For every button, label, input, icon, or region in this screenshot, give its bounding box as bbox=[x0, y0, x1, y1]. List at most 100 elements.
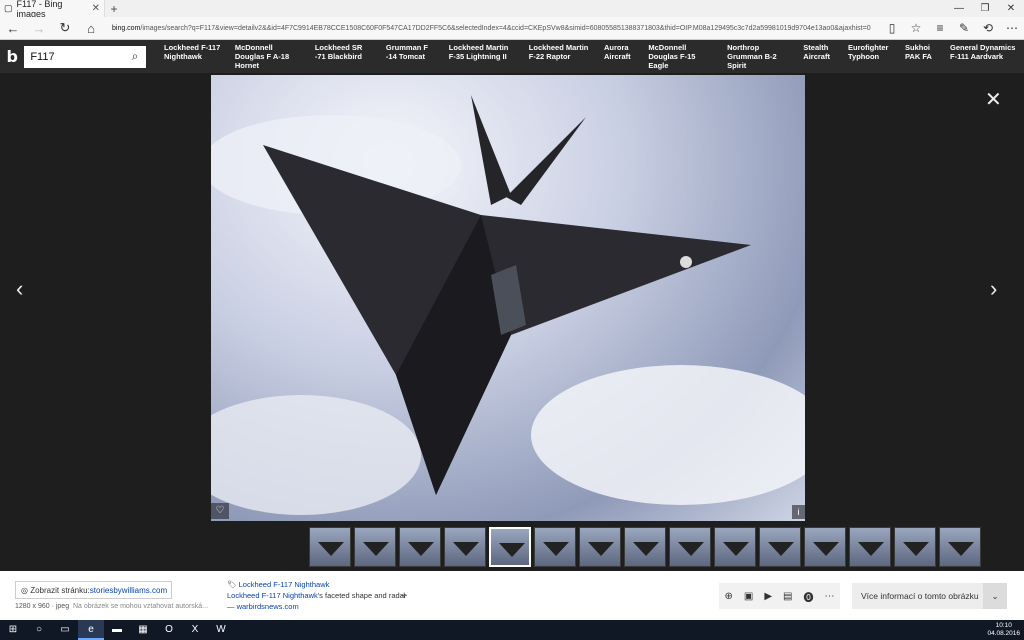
thumbnail[interactable] bbox=[849, 527, 891, 567]
globe-icon[interactable]: ⊕ bbox=[725, 591, 733, 602]
back-button[interactable]: ← bbox=[0, 21, 26, 36]
browser-toolbar: ▯ ☆ ≡ ✎ ⟲ ⋯ bbox=[880, 21, 1024, 35]
edge-icon[interactable]: e bbox=[78, 620, 104, 640]
clock-time: 10:10 bbox=[995, 622, 1012, 629]
related-item[interactable]: General Dynamics F-111 Aardvark bbox=[944, 43, 1024, 70]
search-input[interactable]: F117 bbox=[24, 51, 124, 63]
tab-title: F117 - Bing images bbox=[16, 0, 63, 19]
related-item[interactable]: Lockheed F-117 Nighthawk bbox=[158, 43, 229, 70]
clock[interactable]: 10:10 04.08.2016 bbox=[987, 622, 1024, 638]
thumbnail[interactable] bbox=[354, 527, 396, 567]
stealth-aircraft-illustration bbox=[211, 95, 805, 515]
store-icon[interactable]: ▦ bbox=[130, 620, 156, 640]
thumbnail[interactable] bbox=[399, 527, 441, 567]
image-meta: 1280 x 960 · jpeg Na obrázek se mohou vz… bbox=[15, 603, 208, 610]
caption-title-link[interactable]: Lockheed F-117 Nighthawk bbox=[227, 591, 318, 600]
thumbnail[interactable] bbox=[579, 527, 621, 567]
image-tag-link[interactable]: Lockheed F-117 Nighthawk bbox=[239, 580, 330, 589]
image-size: 1280 x 960 · jpeg bbox=[15, 603, 70, 610]
source-link[interactable]: — warbirdsnews.com bbox=[227, 601, 406, 612]
thumbnail[interactable] bbox=[939, 527, 981, 567]
taskbar: ⊞ ○ ▭ e ▬ ▦ O X W 10:10 04.08.2016 bbox=[0, 620, 1024, 640]
home-button[interactable]: ⌂ bbox=[78, 21, 104, 36]
visit-site-link[interactable]: storiesbywilliams.com bbox=[90, 586, 167, 595]
bing-logo[interactable]: b bbox=[0, 47, 24, 66]
url-path: /images/search?q=F117&view=detailv2&&id=… bbox=[140, 24, 871, 32]
file-explorer-icon[interactable]: ▬ bbox=[104, 620, 130, 640]
word-icon[interactable]: W bbox=[208, 620, 234, 640]
refresh-button[interactable]: ↻ bbox=[52, 20, 78, 36]
more-info-label: Více informací o tomto obrázku bbox=[861, 591, 979, 601]
tab-close-icon[interactable]: ✕ bbox=[92, 3, 100, 14]
related-item[interactable]: Aurora Aircraft bbox=[598, 43, 642, 70]
related-item[interactable]: Stealth Aircraft bbox=[797, 43, 842, 70]
more-info-button[interactable]: Více informací o tomto obrázku ⌄ bbox=[852, 583, 1007, 609]
chevron-down-icon[interactable]: ⌄ bbox=[983, 583, 1007, 609]
browser-tab[interactable]: ▢ F117 - Bing images ✕ bbox=[0, 0, 105, 19]
related-item[interactable]: Grumman F -14 Tomcat bbox=[380, 43, 443, 70]
close-icon[interactable]: ✕ bbox=[985, 87, 1002, 112]
thumbnail[interactable] bbox=[714, 527, 756, 567]
visit-page-button[interactable]: ◎ Zobrazit stránku: storiesbywilliams.co… bbox=[15, 581, 172, 599]
tag-icon: 🏷 bbox=[227, 580, 239, 589]
close-window-button[interactable]: ✕ bbox=[998, 3, 1024, 14]
action-buttons: ⊕ ▣ ▶ ▤ ⓿ ⋯ bbox=[719, 583, 840, 609]
search-box[interactable]: F117 ⌕ bbox=[24, 45, 146, 68]
related-item[interactable]: Lockheed SR -71 Blackbird bbox=[309, 43, 380, 70]
maximize-button[interactable]: ❐ bbox=[972, 3, 998, 14]
onenote-icon[interactable]: ▤ bbox=[783, 591, 792, 602]
thumbnail[interactable] bbox=[669, 527, 711, 567]
url-host: bing.com bbox=[112, 24, 141, 32]
thumbnail[interactable] bbox=[624, 527, 666, 567]
thumbnail[interactable] bbox=[759, 527, 801, 567]
cortana-icon[interactable]: ○ bbox=[26, 620, 52, 640]
chevron-right-icon[interactable]: › bbox=[990, 276, 997, 302]
more-icon[interactable]: ⋯ bbox=[1000, 21, 1024, 35]
thumbnail[interactable] bbox=[894, 527, 936, 567]
globe-icon: ◎ bbox=[21, 585, 31, 595]
search-icon[interactable]: ⌕ bbox=[124, 49, 146, 64]
task-view-icon[interactable]: ▭ bbox=[52, 620, 78, 640]
image-details-panel: ◎ Zobrazit stránku: storiesbywilliams.co… bbox=[0, 571, 1024, 620]
visit-label: Zobrazit stránku: bbox=[30, 585, 90, 595]
related-item[interactable]: Northrop Grumman B-2 Spirit bbox=[721, 43, 797, 70]
thumbnail-strip bbox=[0, 523, 1024, 571]
thumbnail[interactable] bbox=[804, 527, 846, 567]
play-icon[interactable]: ▶ bbox=[764, 591, 772, 602]
more-icon[interactable]: ⋯ bbox=[825, 591, 835, 602]
web-note-icon[interactable]: ✎ bbox=[952, 21, 976, 35]
share-icon[interactable]: ⟲ bbox=[976, 21, 1000, 35]
window-controls: — ❐ ✕ bbox=[946, 3, 1024, 14]
thumbnail[interactable] bbox=[534, 527, 576, 567]
related-item[interactable]: McDonnell Douglas F-15 Eagle bbox=[642, 43, 721, 70]
related-item[interactable]: Sukhoi PAK FA bbox=[899, 43, 944, 70]
pinterest-icon[interactable]: ⓿ bbox=[804, 589, 814, 604]
reading-view-icon[interactable]: ▯ bbox=[880, 21, 904, 35]
forward-button[interactable]: → bbox=[26, 21, 52, 36]
main-image[interactable] bbox=[211, 75, 805, 521]
start-icon[interactable]: ⊞ bbox=[0, 620, 26, 640]
clock-date: 04.08.2016 bbox=[987, 630, 1020, 637]
related-item[interactable]: Eurofighter Typhoon bbox=[842, 43, 899, 70]
url-field[interactable]: bing.com/images/search?q=F117&view=detai… bbox=[108, 20, 878, 37]
related-item[interactable]: McDonnell Douglas F A-18 Hornet bbox=[229, 43, 309, 70]
title-bar: ▢ F117 - Bing images ✕ + — ❐ ✕ bbox=[0, 0, 1024, 19]
new-tab-button[interactable]: + bbox=[105, 2, 123, 16]
excel-icon[interactable]: X bbox=[182, 620, 208, 640]
favorite-star-icon[interactable]: ☆ bbox=[904, 21, 928, 35]
related-item[interactable]: Lockheed Martin F-22 Raptor bbox=[523, 43, 598, 70]
thumbnail[interactable] bbox=[309, 527, 351, 567]
caption-text: 's faceted shape and radar bbox=[317, 591, 407, 600]
expand-caption-button[interactable]: + bbox=[401, 590, 407, 602]
chevron-left-icon[interactable]: ‹ bbox=[16, 276, 23, 302]
related-item[interactable]: Lockheed Martin F-35 Lightning II bbox=[443, 43, 523, 70]
heart-icon[interactable]: ♡ bbox=[211, 503, 229, 519]
outlook-icon[interactable]: O bbox=[156, 620, 182, 640]
hub-icon[interactable]: ≡ bbox=[928, 21, 952, 35]
image-search-icon[interactable]: ▣ bbox=[744, 591, 753, 602]
info-icon[interactable]: i bbox=[792, 505, 805, 519]
image-viewer: ♡ i ✕ ‹ › bbox=[0, 73, 1024, 523]
thumbnail[interactable] bbox=[444, 527, 486, 567]
thumbnail-selected[interactable] bbox=[489, 527, 531, 567]
minimize-button[interactable]: — bbox=[946, 3, 972, 14]
